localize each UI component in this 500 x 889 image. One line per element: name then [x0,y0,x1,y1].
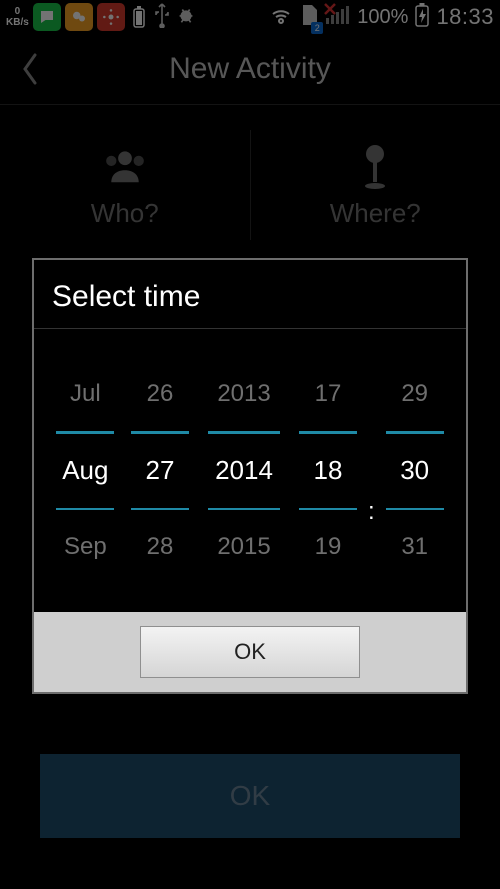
day-prev: 26 [147,357,174,431]
datetime-picker: Jul Aug Sep 26 27 28 2013 2014 2015 17 1… [34,329,466,612]
dialog-ok-button[interactable]: OK [140,626,360,678]
month-selected: Aug [62,434,108,508]
month-prev: Jul [70,357,101,431]
month-picker[interactable]: Jul Aug Sep [48,357,123,584]
year-prev: 2013 [217,357,270,431]
time-colon: : [365,357,377,584]
dialog-title: Select time [34,260,466,324]
day-selected: 27 [146,434,175,508]
hour-prev: 17 [315,357,342,431]
year-picker[interactable]: 2013 2014 2015 [197,357,290,584]
minute-selected: 30 [400,434,429,508]
minute-picker[interactable]: 29 30 31 [377,357,452,584]
dialog-footer: OK [34,612,466,692]
year-selected: 2014 [215,434,273,508]
day-next: 28 [147,510,174,584]
select-time-dialog: Select time Jul Aug Sep 26 27 28 2013 20… [32,258,468,694]
month-next: Sep [64,510,107,584]
year-next: 2015 [217,510,270,584]
minute-prev: 29 [401,357,428,431]
minute-next: 31 [401,510,428,584]
hour-next: 19 [315,510,342,584]
hour-picker[interactable]: 17 18 19 [291,357,366,584]
hour-selected: 18 [314,434,343,508]
dialog-ok-label: OK [234,639,266,665]
day-picker[interactable]: 26 27 28 [123,357,198,584]
